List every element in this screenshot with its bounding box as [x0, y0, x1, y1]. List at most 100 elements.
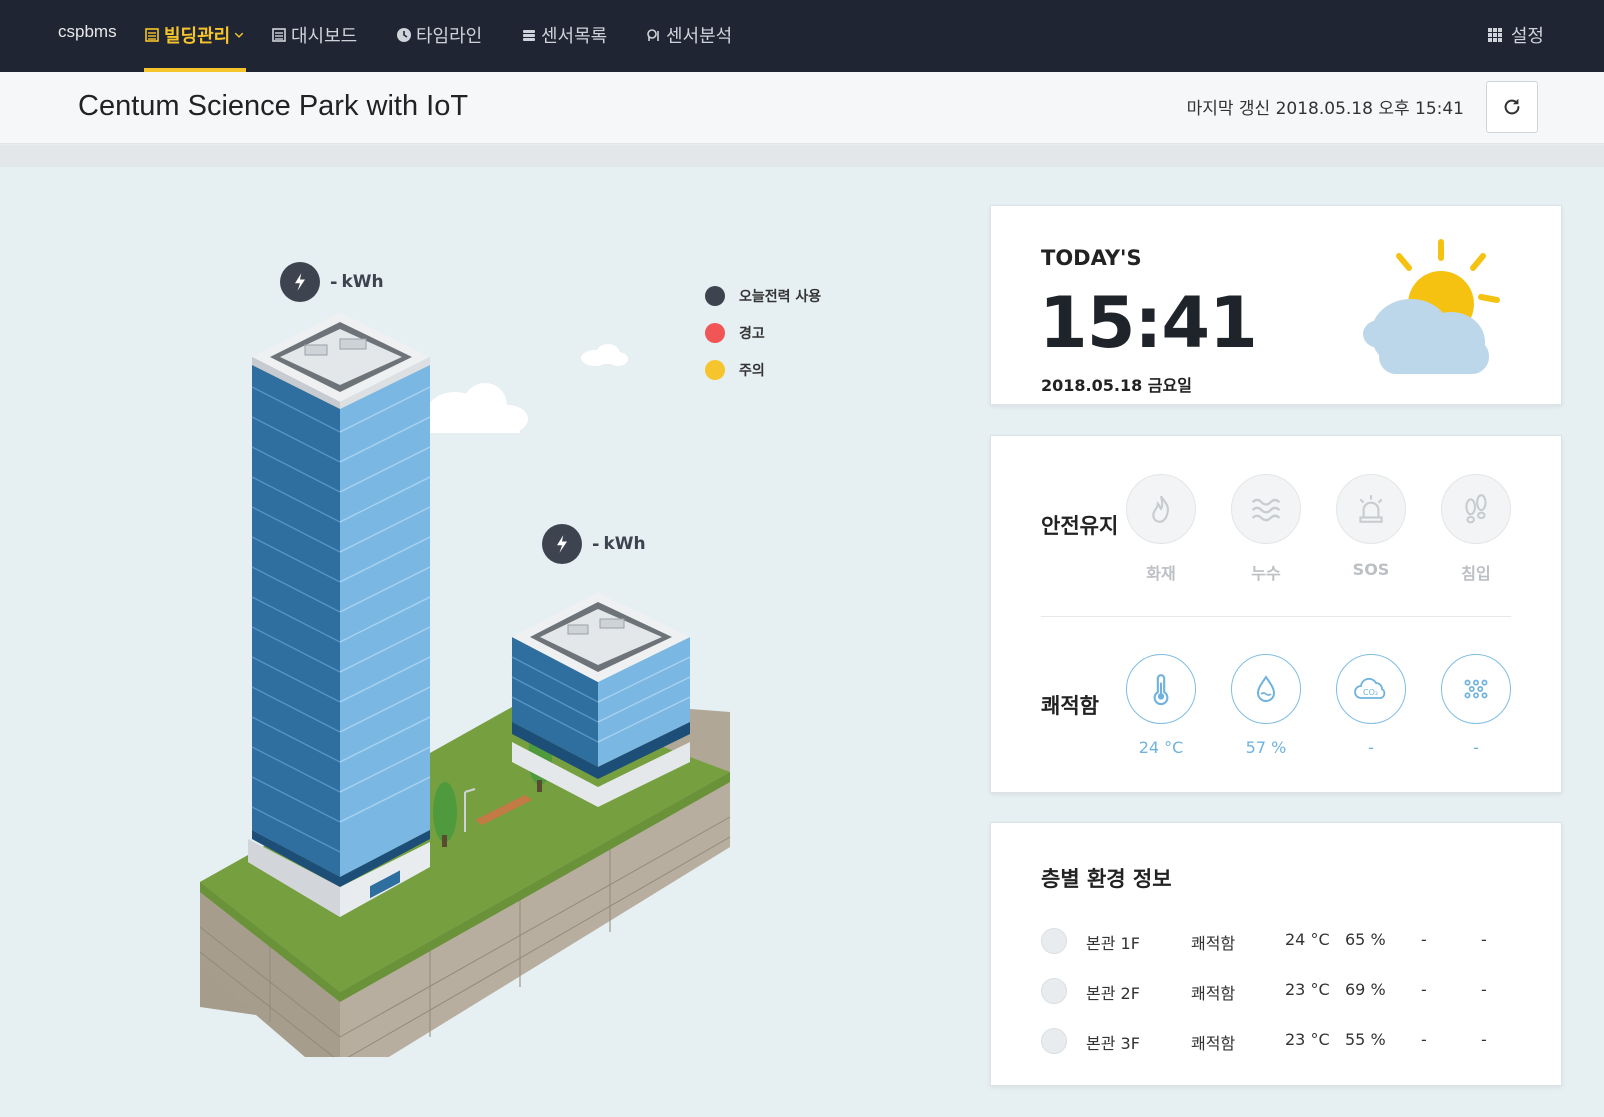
- co2-icon: CO₂: [1354, 677, 1386, 699]
- floor-humidity: 69 %: [1345, 980, 1386, 999]
- lightning-icon: [280, 262, 320, 302]
- dust-value: -: [1473, 738, 1479, 757]
- nav-label: 대시보드: [291, 26, 358, 47]
- floor-status: 쾌적함: [1191, 934, 1236, 953]
- floor-status: 쾌적함: [1191, 1034, 1236, 1053]
- floor-temperature: 23 °C: [1285, 1030, 1330, 1049]
- humidity-button[interactable]: [1231, 654, 1301, 724]
- tower-power-usage[interactable]: - kWh: [280, 262, 384, 302]
- annex-power-usage[interactable]: - kWh: [542, 524, 646, 564]
- fire-status-button[interactable]: [1126, 474, 1196, 544]
- nav-settings[interactable]: 설정: [1487, 20, 1544, 50]
- floor-status: 쾌적함: [1191, 984, 1236, 1003]
- floor-environment-title: 층별 환경 정보: [1041, 867, 1172, 891]
- list-icon: [523, 30, 535, 41]
- nav-label: 타임라인: [416, 26, 483, 47]
- legend-item: 주의: [705, 351, 821, 388]
- comfort-label: 쾌적함: [1041, 694, 1099, 718]
- current-date: 2018.05.18 금요일: [1041, 376, 1192, 395]
- floor-environment-card: 층별 환경 정보 본관 1F 쾌적함 24 °C 65 % - - 본관 2F …: [990, 822, 1562, 1086]
- sos-status-button[interactable]: [1336, 474, 1406, 544]
- refresh-button[interactable]: [1486, 81, 1538, 133]
- legend-dot: [705, 285, 725, 306]
- floor-co2: -: [1421, 980, 1427, 999]
- floor-temperature: 24 °C: [1285, 930, 1330, 949]
- tower-power-unit: kWh: [341, 272, 384, 292]
- humidity-icon: [1256, 675, 1276, 702]
- svg-text:CO₂: CO₂: [1363, 688, 1378, 697]
- legend-label: 경고: [739, 325, 765, 342]
- building-icon: [145, 28, 159, 42]
- nav-building-management[interactable]: 빌딩관리: [144, 20, 244, 50]
- floor-dust: -: [1481, 1030, 1487, 1049]
- floor-name: 본관 1F: [1086, 934, 1140, 953]
- water-wave-icon: [1251, 498, 1281, 522]
- top-navbar: cspbms 빌딩관리 대시보드 타임라인 센서목록 센서분석 설정: [0, 0, 1604, 72]
- today-card: TODAY'S 15:41 2018.05.18 금요일: [990, 205, 1562, 405]
- brand-link[interactable]: cspbms: [58, 22, 117, 42]
- annex-power-value: -: [592, 533, 600, 555]
- dust-button[interactable]: [1441, 654, 1511, 724]
- refresh-icon: [1504, 98, 1520, 115]
- fire-icon: [1152, 495, 1169, 523]
- floor-status-dot: [1041, 928, 1067, 954]
- table-row[interactable]: 본관 2F 쾌적함 23 °C 69 % - -: [1041, 976, 1521, 1006]
- page-title: Centum Science Park with IoT: [78, 90, 469, 122]
- table-row[interactable]: 본관 1F 쾌적함 24 °C 65 % - -: [1041, 926, 1521, 956]
- nav-label: 빌딩관리: [164, 26, 231, 47]
- co2-button[interactable]: CO₂: [1336, 654, 1406, 724]
- siren-icon: [1359, 495, 1383, 523]
- main-content: - kWh - kWh 오늘전력 사용 경고 주의 TODAY'S 15:41 …: [0, 167, 1604, 1117]
- nav-label: 센서목록: [541, 26, 608, 47]
- cloud-icon: [581, 344, 628, 366]
- map-legend: 오늘전력 사용 경고 주의: [705, 277, 821, 388]
- nav-settings-label: 설정: [1510, 26, 1544, 47]
- humidity-value: 57 %: [1245, 738, 1287, 757]
- footprint-icon: [1465, 494, 1487, 524]
- leak-status-button[interactable]: [1231, 474, 1301, 544]
- lightning-icon: [542, 524, 582, 564]
- intrusion-status-button[interactable]: [1441, 474, 1511, 544]
- nav-dashboard[interactable]: 대시보드: [271, 20, 357, 50]
- safety-label: 안전유지: [1041, 514, 1119, 538]
- last-update-text: 마지막 갱신 2018.05.18 오후 15:41: [1186, 99, 1464, 119]
- fire-status-label: 화재: [1146, 564, 1176, 583]
- dust-icon: [1464, 679, 1488, 699]
- floor-status-dot: [1041, 978, 1067, 1004]
- floor-name: 본관 2F: [1086, 984, 1140, 1003]
- floor-dust: -: [1481, 930, 1487, 949]
- annex-power-unit: kWh: [603, 534, 646, 554]
- temperature-value: 24 °C: [1138, 738, 1184, 757]
- co2-value: -: [1368, 738, 1374, 757]
- grid-icon: [1487, 28, 1502, 42]
- nav-label: 센서분석: [666, 26, 733, 47]
- dashboard-icon: [272, 28, 286, 42]
- tower-power-value: -: [330, 271, 338, 293]
- legend-dot: [705, 359, 725, 380]
- nav-sensor-list[interactable]: 센서목록: [521, 20, 607, 50]
- chevron-down-icon: [235, 32, 244, 38]
- floor-humidity: 65 %: [1345, 930, 1386, 949]
- leak-status-label: 누수: [1251, 564, 1281, 583]
- legend-dot: [705, 322, 725, 343]
- cloud-icon: [427, 383, 528, 433]
- nav-sensor-analysis[interactable]: 센서분석: [646, 20, 732, 50]
- temperature-button[interactable]: [1126, 654, 1196, 724]
- intrusion-status-label: 침입: [1461, 564, 1491, 583]
- legend-item: 경고: [705, 314, 821, 351]
- page-header: Centum Science Park with IoT 마지막 갱신 2018…: [0, 72, 1604, 144]
- analysis-icon: [647, 29, 659, 41]
- legend-label: 주의: [739, 362, 765, 379]
- floor-humidity: 55 %: [1345, 1030, 1386, 1049]
- thermometer-icon: [1153, 674, 1169, 706]
- floor-co2: -: [1421, 930, 1427, 949]
- floor-co2: -: [1421, 1030, 1427, 1049]
- table-row[interactable]: 본관 3F 쾌적함 23 °C 55 % - -: [1041, 1026, 1521, 1056]
- floor-temperature: 23 °C: [1285, 980, 1330, 999]
- legend-label: 오늘전력 사용: [739, 288, 822, 305]
- current-time: 15:41: [1039, 282, 1258, 364]
- legend-item: 오늘전력 사용: [705, 277, 821, 314]
- status-card: 안전유지 화재 누수 SOS 침입 쾌적함 24 °C 57 % CO₂ - -: [990, 435, 1562, 793]
- nav-timeline[interactable]: 타임라인: [396, 20, 482, 50]
- clock-icon: [397, 28, 411, 42]
